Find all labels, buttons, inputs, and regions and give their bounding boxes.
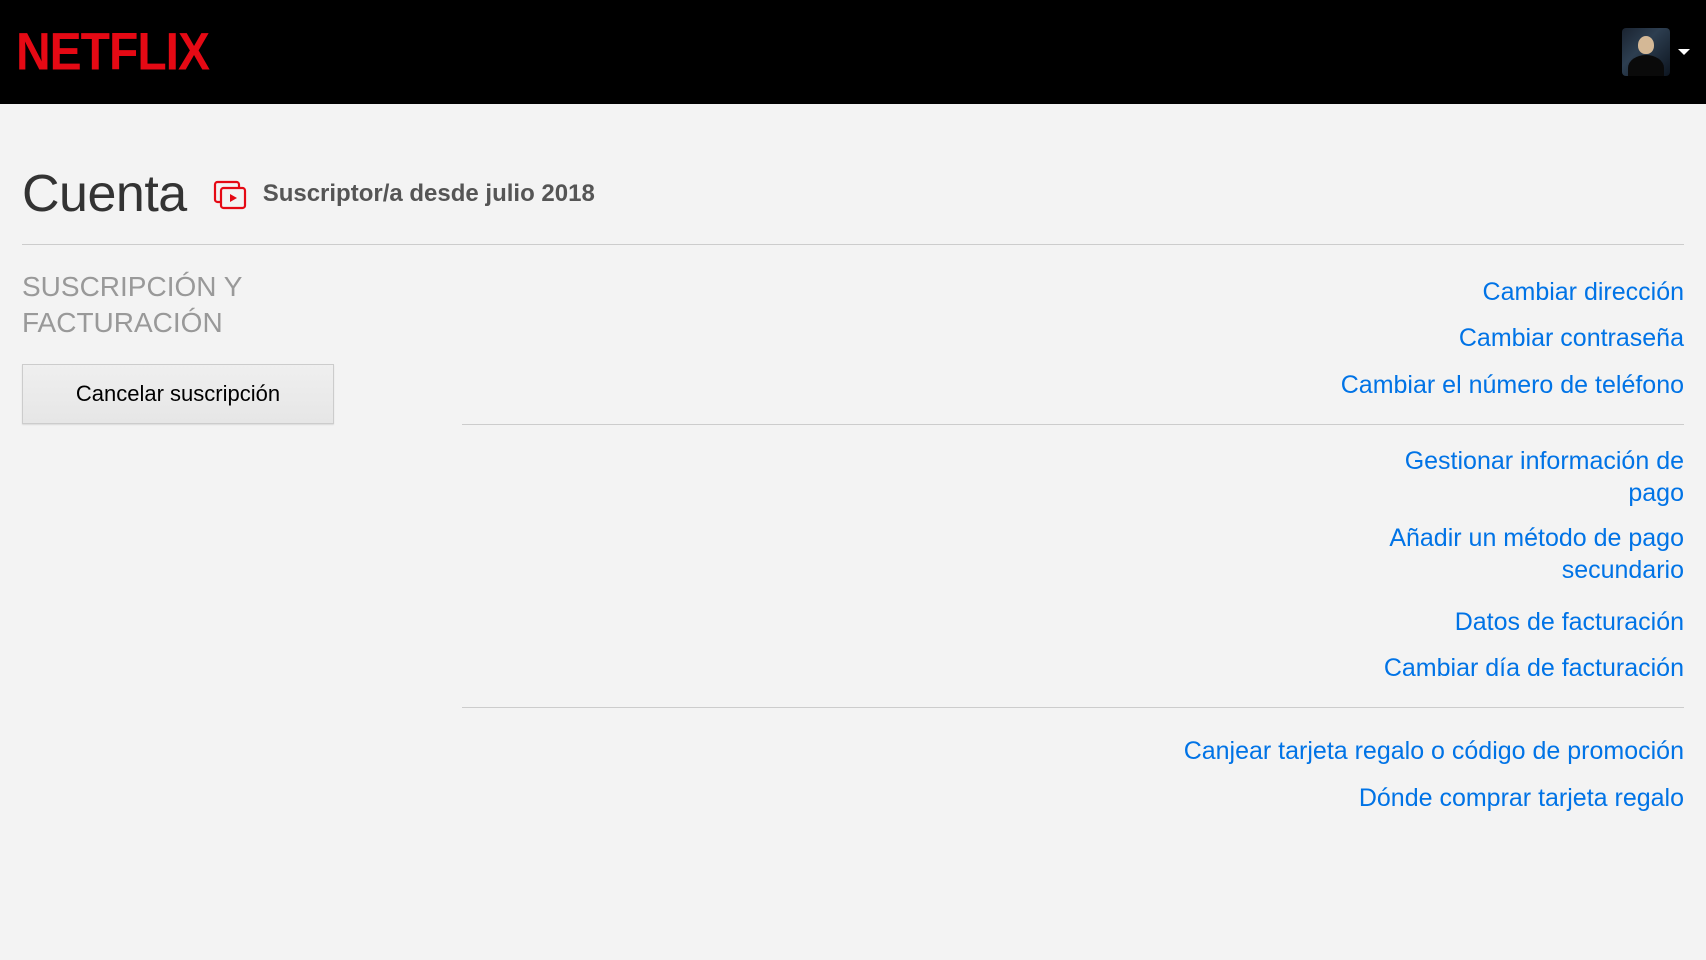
membership-billing-section: SUSCRIPCIÓN Y FACTURACIÓN Cancelar suscr… (22, 245, 1684, 821)
app-header: NETFLIX (0, 0, 1706, 104)
membership-icon (213, 178, 249, 210)
link-group-payment: Gestionar información de pago Añadir un … (462, 445, 1684, 709)
member-badge: Suscriptor/a desde julio 2018 (213, 178, 595, 210)
link-group-gift: Canjear tarjeta regalo o código de promo… (462, 728, 1684, 821)
member-since-text: Suscriptor/a desde julio 2018 (263, 180, 595, 208)
billing-details-link[interactable]: Datos de facturación (462, 599, 1684, 645)
section-right: Cambiar dirección Cambiar contraseña Cam… (442, 269, 1684, 821)
page-header: Cuenta Suscriptor/a desde julio 2018 (22, 164, 1684, 245)
page-title: Cuenta (22, 164, 187, 224)
change-password-link[interactable]: Cambiar contraseña (462, 315, 1684, 361)
netflix-logo[interactable]: NETFLIX (16, 22, 209, 83)
main-content: Cuenta Suscriptor/a desde julio 2018 SUS… (0, 104, 1706, 821)
redeem-gift-link[interactable]: Canjear tarjeta regalo o código de promo… (462, 728, 1684, 774)
add-backup-payment-link[interactable]: Añadir un método de pago secundario (1364, 522, 1684, 587)
change-phone-link[interactable]: Cambiar el número de teléfono (462, 362, 1684, 408)
link-group-account: Cambiar dirección Cambiar contraseña Cam… (462, 269, 1684, 425)
section-left: SUSCRIPCIÓN Y FACTURACIÓN Cancelar suscr… (22, 269, 442, 821)
section-title: SUSCRIPCIÓN Y FACTURACIÓN (22, 269, 442, 342)
change-email-link[interactable]: Cambiar dirección (462, 269, 1684, 315)
manage-payment-link[interactable]: Gestionar información de pago (1364, 445, 1684, 510)
caret-down-icon[interactable] (1678, 49, 1690, 55)
change-billing-day-link[interactable]: Cambiar día de facturación (462, 645, 1684, 691)
cancel-subscription-button[interactable]: Cancelar suscripción (22, 364, 334, 424)
header-right (1622, 28, 1690, 76)
where-buy-gift-link[interactable]: Dónde comprar tarjeta regalo (462, 775, 1684, 821)
profile-avatar[interactable] (1622, 28, 1670, 76)
